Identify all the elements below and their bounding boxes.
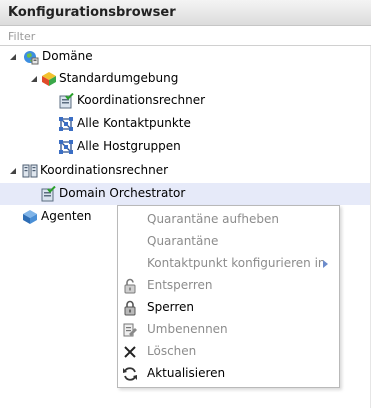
tree-node-alle-hostgruppen[interactable]: Alle Hostgruppen [0,136,370,158]
server-rack-icon [22,163,38,179]
tree-node-label: Domäne [42,49,93,63]
tree-node-label: Alle Hostgruppen [77,139,181,153]
tree-node-label: Koordinationsrechner [77,93,206,107]
network-group-icon [58,116,74,132]
tree-node-label: Domain Orchestrator [59,186,186,200]
menu-item-entsperren[interactable]: Entsperren [118,275,339,297]
rename-icon [122,322,138,338]
menu-item-label: Aktualisieren [147,366,226,380]
host-group-icon [58,139,74,155]
environment-icon [41,71,57,87]
tree-node-label: Agenten [41,209,92,223]
menu-item-quarantaene[interactable]: Quarantäne [118,231,339,253]
menu-item-label: Kontaktpunkt konfigurieren in [147,256,326,270]
menu-item-umbenennen[interactable]: Umbenennen [118,319,339,341]
menu-item-kontaktpunkt-konfigurieren[interactable]: Kontaktpunkt konfigurieren in [118,253,339,275]
tree-node-alle-kontaktpunkte[interactable]: Alle Kontaktpunkte [0,113,370,135]
tree-node-koordinationsrechner-group[interactable]: Koordinationsrechner [0,160,370,182]
domain-icon [23,49,39,65]
menu-item-loeschen[interactable]: Löschen [118,341,339,363]
expand-toggle-icon[interactable] [8,52,18,62]
unlock-icon [122,278,138,294]
server-check-icon [58,93,74,109]
tree-node-agenten[interactable]: Agenten [0,206,116,228]
tree-node-label: Alle Kontaktpunkte [77,116,191,130]
server-check-icon [40,186,56,202]
tree-node-standardumgebung[interactable]: Standardumgebung [0,68,370,90]
menu-item-label: Löschen [147,344,197,358]
menu-item-label: Umbenennen [147,322,228,336]
submenu-arrow-icon [323,260,328,268]
menu-item-aktualisieren[interactable]: Aktualisieren [118,363,339,385]
menu-item-quarantaene-aufheben[interactable]: Quarantäne aufheben [118,209,339,231]
tree-node-domain-orchestrator[interactable]: Domain Orchestrator [0,183,370,205]
tree-node-label: Standardumgebung [59,71,179,85]
tree-node-domaene[interactable]: Domäne [0,46,370,68]
panel-header: Konfigurationsbrowser [0,0,371,26]
menu-item-label: Sperren [147,300,194,314]
menu-item-sperren[interactable]: Sperren [118,297,339,319]
delete-icon [122,344,138,360]
refresh-icon [122,366,138,382]
agents-icon [22,209,38,225]
lock-icon [122,300,138,316]
tree-node-koordinationsrechner[interactable]: Koordinationsrechner [0,90,370,112]
panel-title: Konfigurationsbrowser [8,5,176,20]
menu-item-label: Quarantäne [147,234,219,248]
expand-toggle-icon[interactable] [8,166,18,176]
menu-item-label: Quarantäne aufheben [147,212,279,226]
filter-input[interactable] [0,27,371,46]
expand-toggle-icon[interactable] [29,74,39,84]
tree-node-label: Koordinationsrechner [40,163,169,177]
menu-item-label: Entsperren [147,278,213,292]
context-menu: Quarantäne aufheben Quarantäne Kontaktpu… [117,205,340,388]
